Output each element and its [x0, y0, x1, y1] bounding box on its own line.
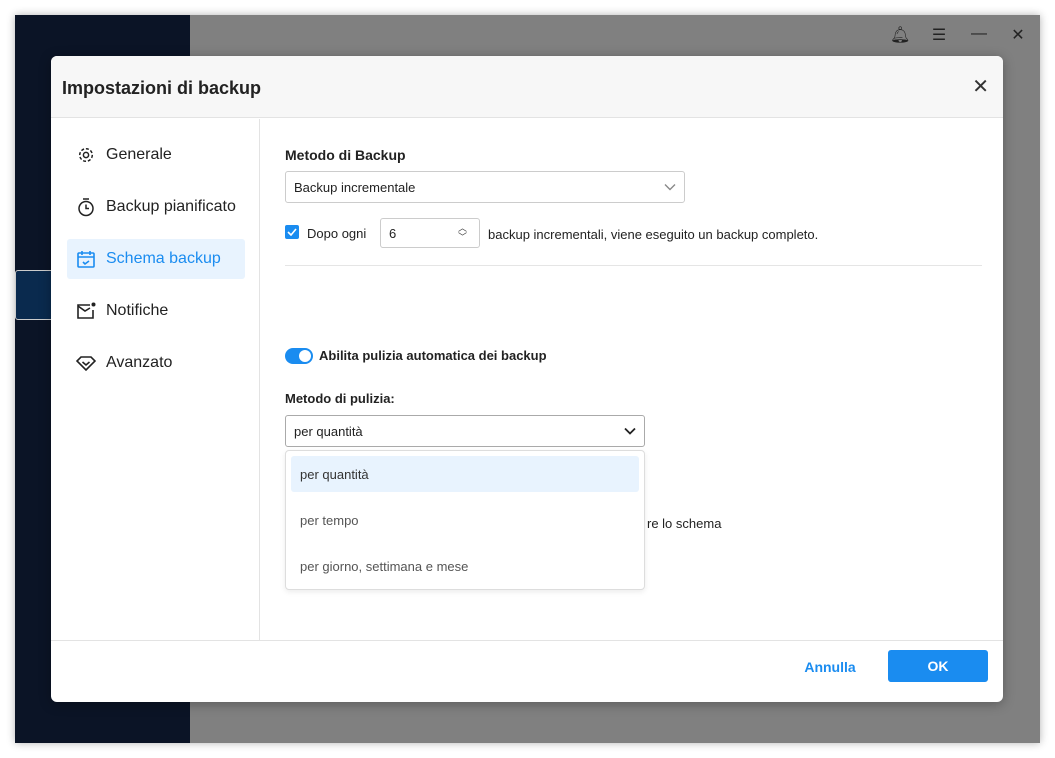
backup-method-select[interactable]: Backup incrementale — [285, 171, 685, 203]
partially-hidden-text: re lo schema — [647, 516, 722, 531]
diamond-icon — [75, 352, 97, 374]
dropdown-option[interactable]: per quantità — [291, 456, 639, 492]
chevron-down-icon — [664, 180, 676, 195]
nav-item-avanzato[interactable]: Avanzato — [67, 343, 245, 383]
backup-method-label: Metodo di Backup — [285, 147, 406, 163]
auto-cleanup-label: Abilita pulizia automatica dei backup — [319, 348, 547, 363]
calendar-icon — [75, 248, 97, 270]
nav-label: Avanzato — [106, 354, 173, 371]
gear-icon — [75, 144, 97, 166]
nav-item-schema-backup[interactable]: Schema backup — [67, 239, 245, 279]
dialog-footer: Annulla OK — [51, 640, 1003, 702]
bell-icon[interactable]: 🔔︎ — [890, 25, 910, 45]
nav-label: Notifiche — [106, 302, 169, 319]
incremental-count-stepper[interactable]: 6 ︿ ﹀ — [380, 218, 480, 248]
backup-settings-dialog: Impostazioni di backup ✕ Generale Backup… — [51, 56, 1003, 702]
dropdown-option[interactable]: per giorno, settimana e mese — [291, 548, 639, 584]
nav-item-backup-pianificato[interactable]: Backup pianificato — [67, 187, 245, 227]
after-every-suffix: backup incrementali, viene eseguito un b… — [488, 227, 819, 242]
nav-label: Schema backup — [106, 250, 221, 267]
auto-cleanup-toggle[interactable] — [285, 348, 313, 364]
nav-label: Backup pianificato — [106, 198, 236, 215]
chevron-down-icon — [624, 424, 636, 439]
full-backup-checkbox[interactable] — [285, 225, 299, 239]
dropdown-option[interactable]: per tempo — [291, 502, 639, 538]
stepper-arrows-icon[interactable]: ︿ ﹀ — [458, 224, 467, 242]
after-every-label: Dopo ogni — [307, 226, 367, 241]
close-icon[interactable]: ✕ — [972, 74, 989, 99]
cleanup-method-value: per quantità — [294, 423, 363, 439]
stopwatch-icon — [75, 196, 97, 218]
close-window-icon[interactable]: ✕ — [1008, 25, 1028, 45]
nav-item-generale[interactable]: Generale — [67, 135, 245, 175]
cleanup-method-select[interactable]: per quantità — [285, 415, 645, 447]
dialog-title: Impostazioni di backup — [62, 78, 262, 98]
menu-icon[interactable]: ☰ — [929, 25, 949, 45]
dialog-header: Impostazioni di backup ✕ — [51, 56, 1003, 118]
settings-nav: Generale Backup pianificato Schema backu… — [51, 119, 260, 640]
cleanup-method-label: Metodo di pulizia: — [285, 391, 395, 406]
mail-icon — [75, 300, 97, 322]
ok-button[interactable]: OK — [888, 650, 988, 682]
minimize-icon[interactable]: — — [969, 25, 989, 43]
cleanup-method-dropdown: per quantità per tempo per giorno, setti… — [285, 450, 645, 590]
cancel-button[interactable]: Annulla — [791, 651, 869, 683]
nav-label: Generale — [106, 146, 172, 163]
incremental-count-value: 6 — [389, 225, 397, 241]
backup-method-value: Backup incrementale — [294, 179, 416, 195]
divider — [285, 265, 982, 266]
nav-item-notifiche[interactable]: Notifiche — [67, 291, 245, 331]
